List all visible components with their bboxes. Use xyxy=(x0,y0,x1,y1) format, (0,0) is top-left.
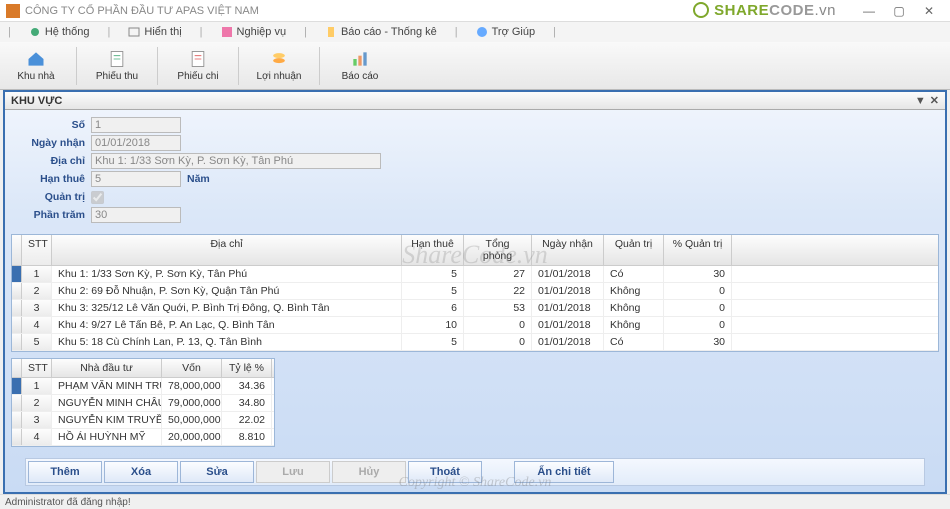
btn-huy: Hủy xyxy=(332,461,406,483)
menu-bao-cao[interactable]: Báo cáo - Thống kê xyxy=(325,26,437,38)
grid-nha-dau-tu[interactable]: STT Nhà đầu tư Vốn Tỷ lệ % 1 PHẠM VĂN MI… xyxy=(11,358,275,447)
table-row[interactable]: 3 Khu 3: 325/12 Lê Văn Quới, P. Bình Trị… xyxy=(12,300,938,317)
table-row[interactable]: 2 NGUYỄN MINH CHÂU 79,000,000 34.80 xyxy=(12,395,274,412)
maximize-button[interactable]: ▢ xyxy=(884,4,914,18)
table-row[interactable]: 4 Khu 4: 9/27 Lê Tấn Bê, P. An Lạc, Q. B… xyxy=(12,317,938,334)
check-quan-tri[interactable] xyxy=(91,191,104,204)
col-dia-chi[interactable]: Địa chỉ xyxy=(52,235,402,265)
btn-them[interactable]: Thêm xyxy=(28,461,102,483)
toolbar: Khu nhà Phiếu thu Phiếu chi Lợi nhuận Bá… xyxy=(0,42,950,90)
receipt-in-icon xyxy=(107,49,127,69)
tool-khu-nha[interactable]: Khu nhà xyxy=(8,44,64,88)
panel-close-icon[interactable]: ✕ xyxy=(930,94,939,107)
col-quan-tri[interactable]: Quản trị xyxy=(604,235,664,265)
tool-bao-cao[interactable]: Báo cáo xyxy=(332,44,388,88)
chart-icon xyxy=(350,49,370,69)
minimize-button[interactable]: — xyxy=(854,4,884,18)
col2-ty[interactable]: Tỷ lệ % xyxy=(222,359,272,377)
table-row[interactable]: 4 HỒ ÁI HUỲNH MỸ 20,000,000 8.810 xyxy=(12,429,274,446)
label-han-thue: Hạn thuê xyxy=(15,173,91,185)
content-frame: KHU VỰC ▼ ✕ Số Ngày nhận Địa chỉ Hạn thu… xyxy=(3,90,947,494)
close-button[interactable]: ✕ xyxy=(914,4,944,18)
tool-phieu-chi[interactable]: Phiếu chi xyxy=(170,44,226,88)
app-icon xyxy=(6,4,20,18)
label-so: Số xyxy=(15,119,91,131)
view-icon xyxy=(128,26,140,38)
menu-nghiep-vu[interactable]: Nghiệp vụ xyxy=(221,26,287,38)
window-title: CÔNG TY CỔ PHẦN ĐẦU TƯ APAS VIỆT NAM xyxy=(25,5,259,17)
coins-icon xyxy=(269,49,289,69)
menu-tro-giup[interactable]: Trợ Giúp xyxy=(476,26,535,38)
table-row[interactable]: 5 Khu 5: 18 Cù Chính Lan, P. 13, Q. Tân … xyxy=(12,334,938,351)
house-icon xyxy=(26,49,46,69)
col-ngay-nhan[interactable]: Ngày nhận xyxy=(532,235,604,265)
panel-title: KHU VỰC xyxy=(11,95,62,107)
menu-he-thong[interactable]: Hệ thống xyxy=(29,26,90,38)
table-row[interactable]: 1 Khu 1: 1/33 Sơn Kỳ, P. Sơn Kỳ, Tân Phú… xyxy=(12,266,938,283)
col-stt[interactable]: STT xyxy=(22,235,52,265)
label-ngay-nhan: Ngày nhận xyxy=(15,137,91,149)
tool-phieu-thu[interactable]: Phiếu thu xyxy=(89,44,145,88)
label-dia-chi: Địa chỉ xyxy=(15,155,91,167)
panel-dropdown-icon[interactable]: ▼ xyxy=(915,95,926,107)
status-text: Administrator đã đăng nhập! xyxy=(5,497,131,508)
receipt-out-icon xyxy=(188,49,208,69)
label-phan-tram: Phần trăm xyxy=(15,209,91,221)
input-so[interactable] xyxy=(91,117,181,133)
report-icon xyxy=(325,26,337,38)
col-tong-phong[interactable]: Tổng phòng xyxy=(464,235,532,265)
statusbar: Administrator đã đăng nhập! xyxy=(0,494,950,509)
col2-name[interactable]: Nhà đầu tư xyxy=(52,359,162,377)
input-ngay-nhan[interactable] xyxy=(91,135,181,151)
titlebar: CÔNG TY CỔ PHẦN ĐẦU TƯ APAS VIỆT NAM SHA… xyxy=(0,0,950,22)
btn-sua[interactable]: Sửa xyxy=(180,461,254,483)
input-phan-tram[interactable] xyxy=(91,207,181,223)
btn-thoat[interactable]: Thoát xyxy=(408,461,482,483)
form-area: Số Ngày nhận Địa chỉ Hạn thuê Năm Quản tr… xyxy=(5,110,945,232)
input-dia-chi[interactable] xyxy=(91,153,381,169)
btn-xoa[interactable]: Xóa xyxy=(104,461,178,483)
panel-header: KHU VỰC ▼ ✕ xyxy=(5,92,945,110)
grid-khu-vuc[interactable]: STT Địa chỉ Hạn thuê Tổng phòng Ngày nhậ… xyxy=(11,234,939,352)
menu-hien-thi[interactable]: Hiển thị xyxy=(128,26,181,38)
gear-icon xyxy=(29,26,41,38)
label-quan-tri: Quản trị xyxy=(15,191,91,203)
recycle-icon xyxy=(693,2,709,18)
btn-luu: Lưu xyxy=(256,461,330,483)
tool-loi-nhuan[interactable]: Lợi nhuận xyxy=(251,44,307,88)
window-controls: — ▢ ✕ xyxy=(854,4,944,18)
col2-stt[interactable]: STT xyxy=(22,359,52,377)
col-han-thue[interactable]: Hạn thuê xyxy=(402,235,464,265)
task-icon xyxy=(221,26,233,38)
table-row[interactable]: 3 NGUYỄN KIM TRUYỀN 50,000,000 22.02 xyxy=(12,412,274,429)
col-pquan-tri[interactable]: % Quản trị xyxy=(664,235,732,265)
table-row[interactable]: 1 PHẠM VĂN MINH TRUNG 78,000,000 34.36 xyxy=(12,378,274,395)
brand-logo: SHARECODE.vn xyxy=(693,2,836,19)
menubar: | Hệ thống | Hiển thị | Nghiệp vụ | Báo … xyxy=(0,22,950,42)
input-han-thue[interactable] xyxy=(91,171,181,187)
button-bar: Thêm Xóa Sửa Lưu Hủy Thoát Ẩn chi tiết xyxy=(25,458,925,486)
label-nam: Năm xyxy=(187,173,210,185)
btn-an-chi-tiet[interactable]: Ẩn chi tiết xyxy=(514,461,614,483)
table-row[interactable]: 2 Khu 2: 69 Đỗ Nhuận, P. Sơn Kỳ, Quận Tâ… xyxy=(12,283,938,300)
col2-von[interactable]: Vốn xyxy=(162,359,222,377)
help-icon xyxy=(476,26,488,38)
